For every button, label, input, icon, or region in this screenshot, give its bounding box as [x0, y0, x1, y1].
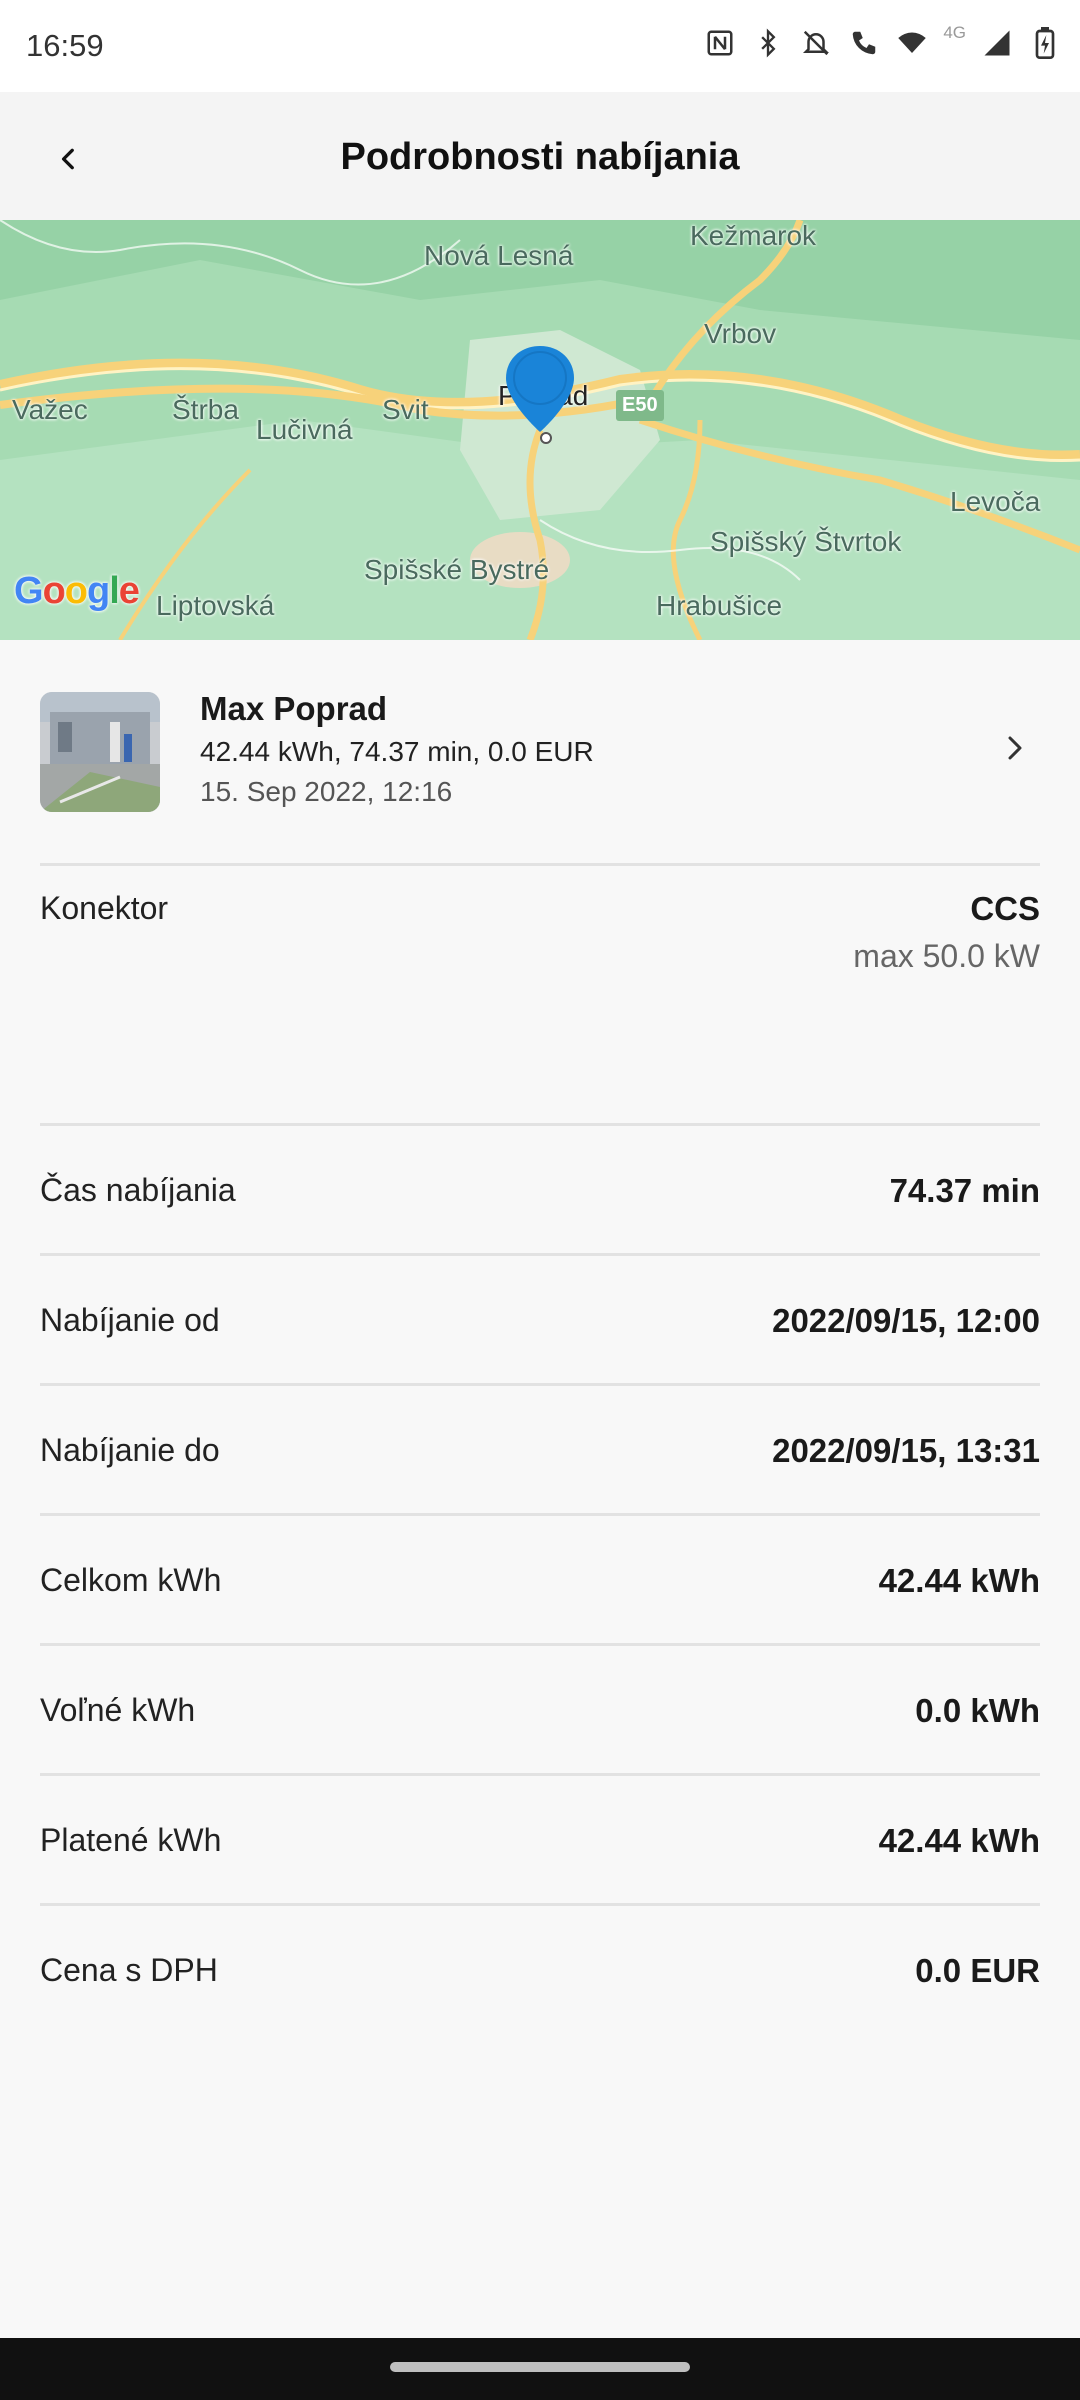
map-label: Štrba — [172, 394, 239, 425]
map-label: Važec — [12, 394, 88, 425]
detail-label: Voľné kWh — [40, 1692, 196, 1728]
nfc-icon — [703, 26, 737, 60]
detail-row-free-kwh: Voľné kWh 0.0 kWh — [0, 1646, 1080, 1776]
detail-row-total-kwh: Celkom kWh 42.44 kWh — [0, 1516, 1080, 1646]
system-nav-bar — [0, 2338, 1080, 2400]
map-label: Kežmarok — [690, 220, 817, 251]
map-view[interactable]: Nová Lesná Kežmarok Vrbov Važec Štrba Lu… — [0, 220, 1080, 640]
detail-value: 74.37 min — [889, 1172, 1040, 1209]
detail-row-charging-time: Čas nabíjania 74.37 min — [0, 1126, 1080, 1256]
map-label: Spišský Štvrtok — [710, 526, 902, 557]
map-label: Liptovská — [156, 590, 275, 621]
connector-label: Konektor — [40, 890, 169, 926]
map-label: Svit — [382, 394, 429, 425]
map-label: Nová Lesná — [424, 240, 574, 271]
detail-label: Nabíjanie do — [40, 1432, 220, 1468]
map-label: Spišské Bystré — [364, 554, 550, 585]
connector-power: max 50.0 kW — [853, 938, 1040, 974]
google-logo: Google — [14, 570, 140, 612]
detail-value: 2022/09/15, 12:00 — [772, 1302, 1040, 1339]
mute-icon — [799, 26, 833, 60]
detail-value: 0.0 kWh — [915, 1692, 1040, 1729]
wifi-icon — [895, 26, 929, 60]
detail-label: Cena s DPH — [40, 1952, 218, 1988]
chevron-right-icon — [1008, 736, 1022, 760]
location-pin-icon[interactable] — [502, 344, 578, 444]
app-bar: Podrobnosti nabíjania — [0, 92, 1080, 220]
map-label: Lučivná — [256, 414, 353, 445]
status-bar: 16:59 4G — [0, 0, 1080, 92]
map-label: Hrabušice — [656, 590, 783, 621]
status-time: 16:59 — [26, 28, 104, 63]
station-name: Max Poprad — [200, 690, 388, 727]
detail-row-price-vat: Cena s DPH 0.0 EUR — [0, 1906, 1080, 2036]
signal-icon — [980, 26, 1014, 60]
station-summary: 42.44 kWh, 74.37 min, 0.0 EUR — [200, 736, 594, 767]
detail-value: 42.44 kWh — [878, 1562, 1040, 1599]
divider — [40, 863, 1040, 866]
home-gesture-handle[interactable] — [390, 2362, 690, 2372]
detail-label: Celkom kWh — [40, 1562, 222, 1598]
detail-row-charging-to: Nabíjanie do 2022/09/15, 13:31 — [0, 1386, 1080, 1516]
station-date: 15. Sep 2022, 12:16 — [200, 776, 453, 807]
detail-value: 2022/09/15, 13:31 — [772, 1432, 1040, 1469]
detail-row-charging-from: Nabíjanie od 2022/09/15, 12:00 — [0, 1256, 1080, 1386]
map-label: Vrbov — [704, 318, 777, 349]
detail-row-paid-kwh: Platené kWh 42.44 kWh — [0, 1776, 1080, 1906]
status-icons: 4G — [703, 23, 1062, 60]
battery-charging-icon — [1028, 26, 1062, 60]
page-title: Podrobnosti nabíjania — [340, 136, 740, 178]
detail-label: Nabíjanie od — [40, 1302, 220, 1338]
road-shield: E50 — [616, 390, 664, 421]
detail-value: 0.0 EUR — [915, 1952, 1040, 1989]
call-icon — [847, 26, 881, 60]
connector-type: CCS — [970, 890, 1040, 927]
detail-value: 42.44 kWh — [878, 1822, 1040, 1859]
station-card[interactable]: Max Poprad 42.44 kWh, 74.37 min, 0.0 EUR… — [0, 640, 1080, 864]
detail-label: Čas nabíjania — [40, 1172, 236, 1208]
detail-label: Platené kWh — [40, 1822, 222, 1858]
network-label: 4G — [943, 23, 966, 42]
station-photo — [40, 692, 160, 812]
bluetooth-icon — [751, 26, 785, 60]
map-label: Levoča — [950, 486, 1041, 517]
